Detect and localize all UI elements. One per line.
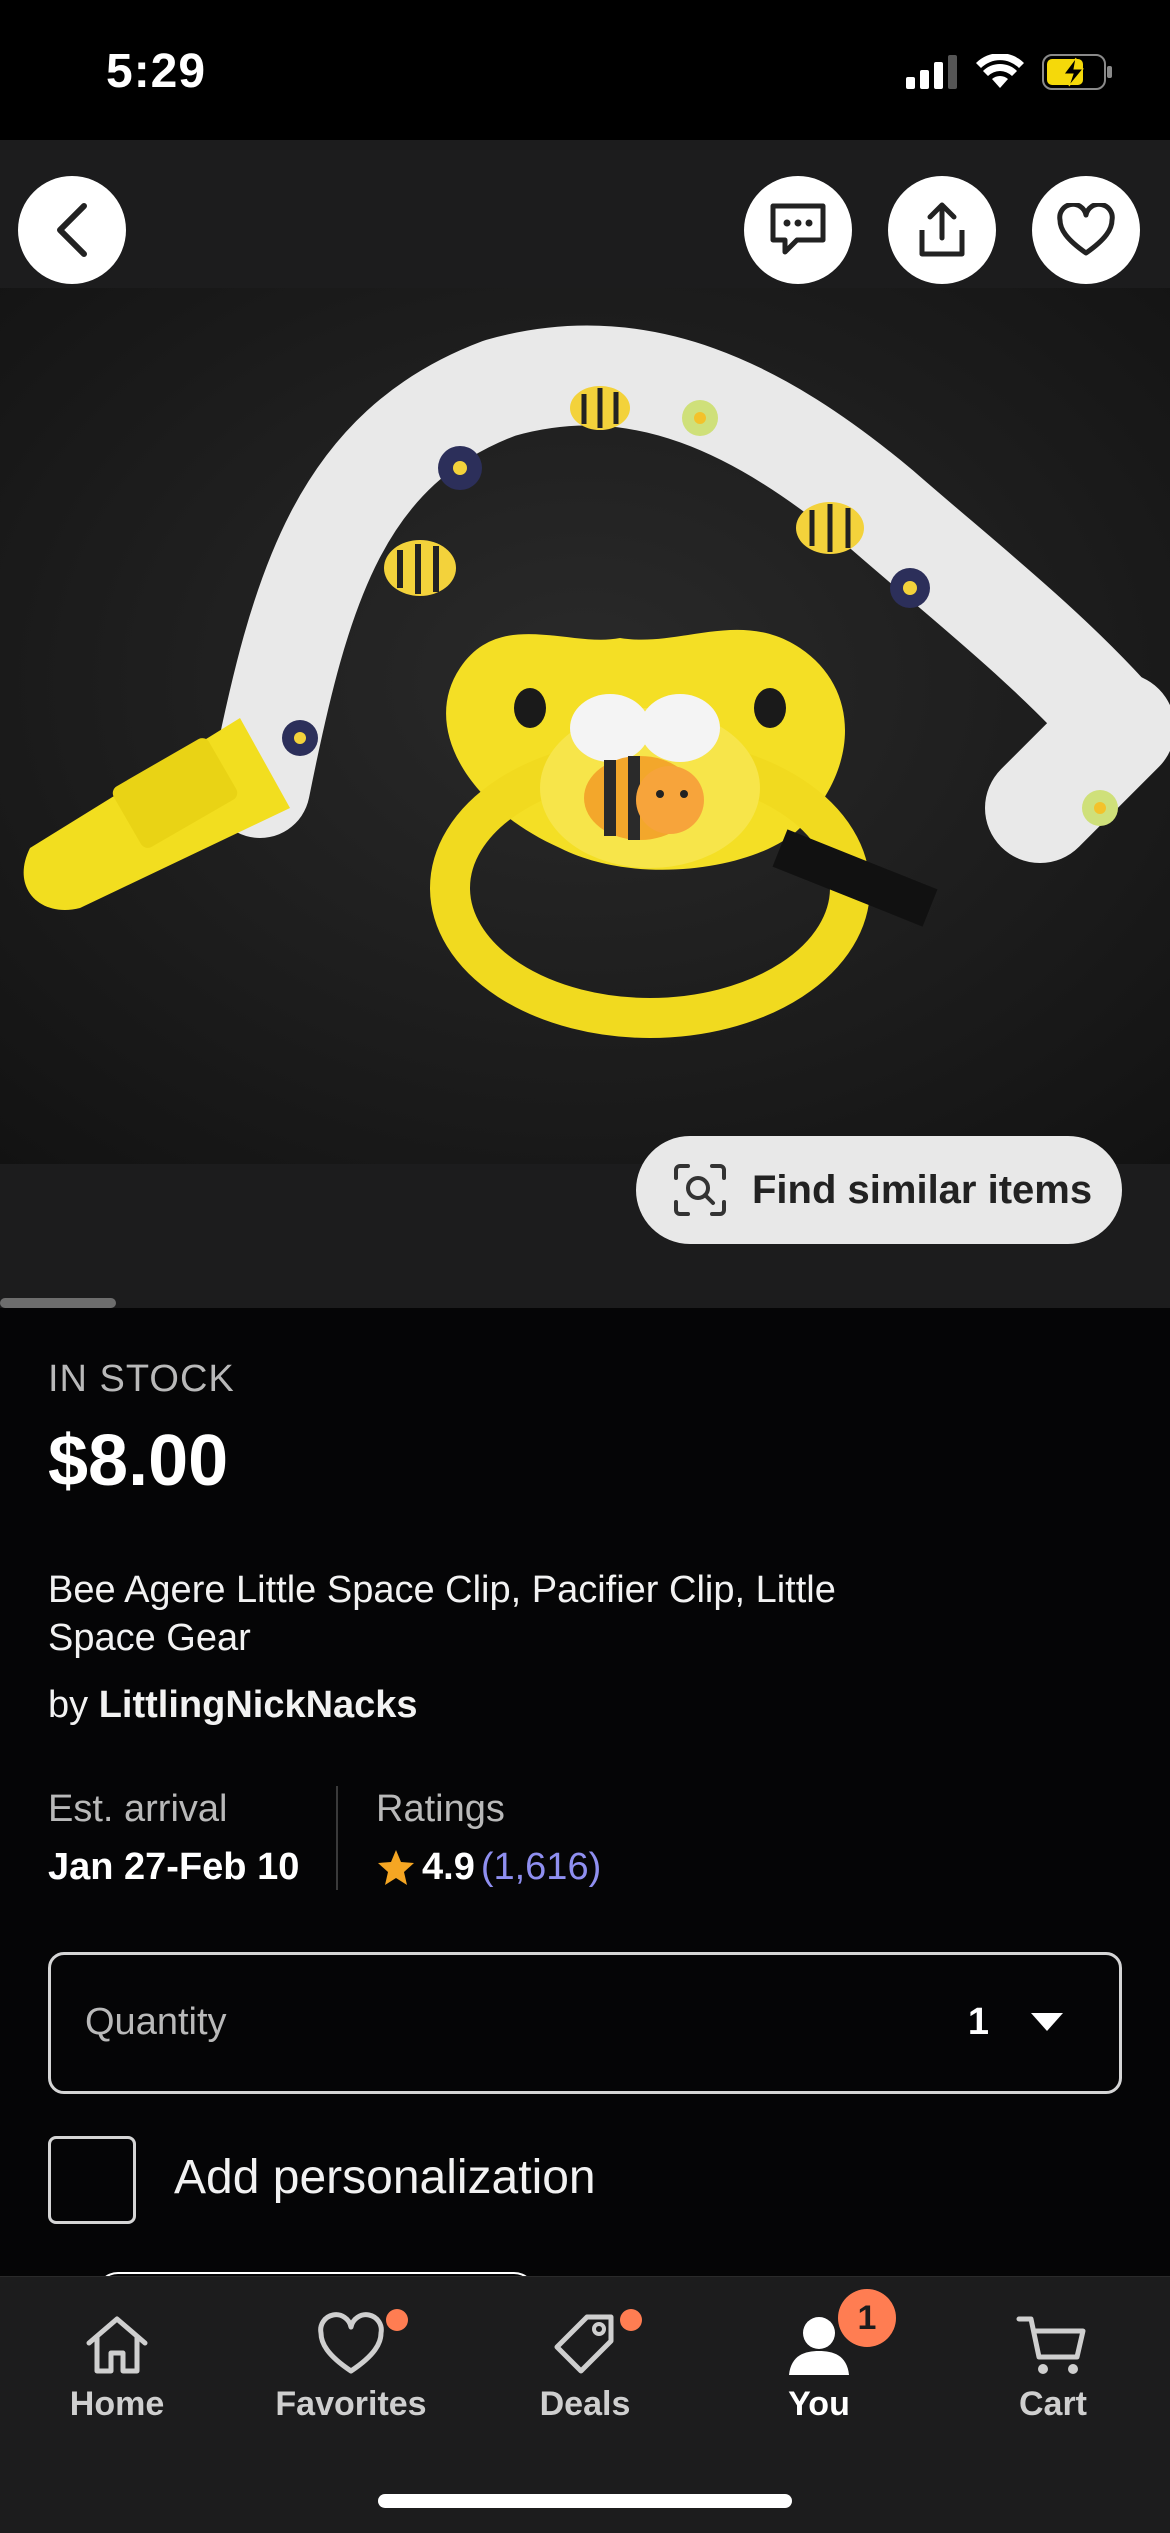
- tab-home[interactable]: Home: [0, 2277, 234, 2477]
- shop-name-link[interactable]: LittlingNickNacks: [99, 1684, 418, 1726]
- signal-icon: [906, 55, 957, 89]
- find-similar-button[interactable]: Find similar items: [636, 1136, 1122, 1244]
- tab-cart[interactable]: Cart: [936, 2277, 1170, 2477]
- visual-search-icon: [674, 1164, 726, 1216]
- message-seller-button[interactable]: [744, 176, 852, 284]
- by-prefix: by: [48, 1684, 89, 1726]
- home-icon: [86, 2316, 148, 2374]
- info-divider: [336, 1786, 338, 1890]
- shop-byline: by LittlingNickNacks: [48, 1684, 418, 1727]
- tab-you[interactable]: 1 You: [702, 2277, 936, 2477]
- find-similar-label: Find similar items: [752, 1167, 1093, 1212]
- quantity-label: Quantity: [85, 2001, 227, 2043]
- personalization-checkbox[interactable]: [48, 2136, 136, 2224]
- home-indicator: [378, 2494, 792, 2508]
- personalization-label[interactable]: Add personalization: [174, 2150, 596, 2205]
- quantity-select[interactable]: Quantity 1: [48, 1952, 1122, 2094]
- tab-you-label: You: [788, 2385, 850, 2423]
- tab-home-label: Home: [69, 2385, 165, 2423]
- share-icon: [919, 202, 965, 257]
- caret-down-icon: [1031, 2013, 1063, 2031]
- back-button[interactable]: [18, 176, 126, 284]
- pacifier-clip-photo: [0, 288, 1170, 1164]
- arrival-label: Est. arrival: [48, 1788, 228, 1830]
- share-button[interactable]: [888, 176, 996, 284]
- battery-charging-icon: [1042, 54, 1112, 90]
- chevron-left-icon: [57, 203, 87, 257]
- product-title: Bee Agere Little Space Clip, Pacifier Cl…: [48, 1569, 836, 1659]
- tab-cart-label: Cart: [1018, 2385, 1088, 2423]
- wifi-icon: [976, 54, 1024, 88]
- star-icon: [378, 1849, 414, 1885]
- product-price: $8.00: [48, 1421, 229, 1501]
- image-page-indicator: [0, 1298, 116, 1308]
- ratings-label: Ratings: [376, 1788, 505, 1830]
- cart-icon: [1016, 2316, 1086, 2374]
- tab-favorites[interactable]: Favorites: [234, 2277, 468, 2477]
- tag-icon: [554, 2314, 614, 2374]
- heart-icon: [318, 2312, 384, 2374]
- product-image[interactable]: [0, 288, 1170, 1164]
- status-icons: [906, 54, 1114, 90]
- tab-deals-label: Deals: [539, 2385, 631, 2423]
- status-bar: 5:29: [0, 0, 1170, 140]
- arrival-value: Jan 27-Feb 10: [48, 1846, 300, 1888]
- stock-status: IN STOCK: [48, 1358, 235, 1400]
- tab-favorites-label: Favorites: [275, 2385, 427, 2423]
- favorites-notification-dot: [386, 2309, 408, 2331]
- deals-notification-dot: [620, 2309, 642, 2331]
- ratings-link[interactable]: 4.9 (1,616): [376, 1846, 601, 1889]
- status-time: 5:29: [106, 45, 207, 98]
- heart-icon: [1057, 203, 1115, 256]
- you-notification-badge: 1: [838, 2289, 896, 2347]
- tab-deals[interactable]: Deals: [468, 2277, 702, 2477]
- favorite-button[interactable]: [1032, 176, 1140, 284]
- quantity-value: 1: [967, 2001, 989, 2043]
- message-icon: [770, 203, 826, 255]
- rating-count: (1,616): [480, 1846, 602, 1888]
- rating-score: 4.9: [422, 1846, 475, 1888]
- top-bar: [0, 140, 1170, 288]
